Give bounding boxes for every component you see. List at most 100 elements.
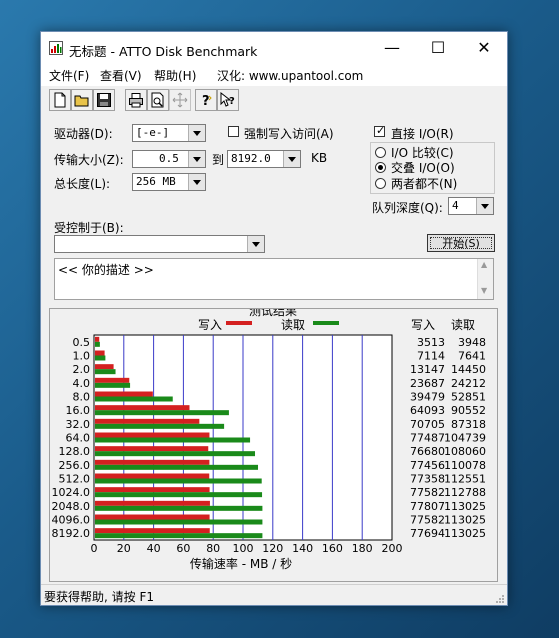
resize-grip-icon[interactable] <box>495 594 505 604</box>
print-preview-icon[interactable] <box>147 89 169 111</box>
to-label: 到 <box>212 153 225 167</box>
bar-write <box>95 459 210 465</box>
read-value-label: 112551 <box>444 473 486 486</box>
neither-label: 两者都不(N) <box>391 177 458 191</box>
write-value-label: 39479 <box>410 391 445 404</box>
y-tick-label: 4096.0 <box>52 514 91 527</box>
bar-read <box>95 423 225 429</box>
drive-select[interactable]: [-e-] <box>132 124 206 142</box>
total-length-label: 总长度(L): <box>54 177 111 191</box>
x-tick-label: 180 <box>352 542 373 555</box>
menu-file[interactable]: 文件(F) <box>49 67 89 84</box>
bar-read <box>95 396 173 402</box>
bar-write <box>95 514 210 520</box>
y-tick-label: 4.0 <box>73 377 91 390</box>
menu-localized-link[interactable]: 汉化: www.upantool.com <box>217 67 363 84</box>
kb-unit-label: KB <box>311 151 328 165</box>
open-folder-icon[interactable] <box>71 89 93 111</box>
scroll-up-icon[interactable]: ▲ <box>481 260 487 269</box>
x-axis-title: 传输速率 - MB / 秒 <box>190 556 292 571</box>
close-button[interactable]: ✕ <box>461 32 507 64</box>
bar-read <box>95 492 263 498</box>
write-value-label: 77358 <box>410 473 445 486</box>
controlled-by-select[interactable] <box>54 235 265 253</box>
transfer-to-select[interactable]: 8192.0 <box>227 150 301 168</box>
minimize-button[interactable]: — <box>369 32 415 64</box>
overlap-io-label: 交叠 I/O(O) <box>391 161 455 175</box>
read-value-label: 3948 <box>458 336 486 349</box>
save-icon[interactable] <box>93 89 115 111</box>
read-value-label: 113025 <box>444 500 486 513</box>
maximize-button[interactable]: ☐ <box>415 32 461 64</box>
results-chart: 测试结果 写入 读取 写入 读取 0 20 40 60 80 100 120 140 160 18… <box>52 309 487 571</box>
write-value-label: 64093 <box>410 404 445 417</box>
bar-write <box>95 446 209 452</box>
x-tick-label: 20 <box>117 542 131 555</box>
direct-io-checkbox[interactable]: ✓ <box>374 124 385 137</box>
svg-text:?: ? <box>229 96 235 107</box>
help-icon[interactable]: ? <box>195 89 217 111</box>
x-tick-label: 140 <box>292 542 313 555</box>
status-bar: 要获得帮助, 请按 F1 <box>41 584 507 606</box>
write-value-label: 76680 <box>410 445 445 458</box>
neither-radio[interactable] <box>375 178 386 189</box>
new-file-icon[interactable] <box>49 89 71 111</box>
chevron-down-icon <box>188 125 205 141</box>
x-tick-label: 120 <box>262 542 283 555</box>
y-tick-label: 2048.0 <box>52 500 91 513</box>
bar-write <box>95 405 190 411</box>
write-value-label: 77582 <box>410 486 445 499</box>
read-value-label: 110078 <box>444 459 486 472</box>
read-value-label: 52851 <box>451 391 486 404</box>
menu-help[interactable]: 帮助(H) <box>154 67 196 84</box>
column-header-write: 写入 <box>411 318 435 332</box>
bar-write <box>95 487 210 493</box>
read-value-label: 24212 <box>451 377 486 390</box>
context-help-icon[interactable]: ? <box>217 89 239 111</box>
queue-depth-label: 队列深度(Q): <box>372 201 443 215</box>
move-icon[interactable] <box>169 89 191 111</box>
column-header-read: 读取 <box>451 318 475 332</box>
transfer-from-select[interactable]: 0.5 <box>132 150 206 168</box>
start-button[interactable]: 开始(S) <box>427 234 495 252</box>
write-value-label: 7114 <box>417 350 445 363</box>
queue-depth-select[interactable]: 4 <box>448 197 494 215</box>
read-value-label: 14450 <box>451 363 486 376</box>
write-value-label: 77456 <box>410 459 445 472</box>
force-write-checkbox[interactable] <box>228 126 239 137</box>
transfer-size-label: 传输大小(Z): <box>54 153 124 167</box>
y-tick-label: 1024.0 <box>52 486 91 499</box>
bar-write <box>95 364 114 370</box>
y-tick-label: 8.0 <box>73 391 91 404</box>
description-textarea[interactable]: << 你的描述 >> ▲ ▼ <box>54 258 494 300</box>
overlap-io-radio[interactable] <box>375 162 386 173</box>
bar-write <box>95 418 200 424</box>
description-scrollbar[interactable]: ▲ ▼ <box>477 259 493 299</box>
bar-read <box>95 341 100 347</box>
y-tick-label: 256.0 <box>59 459 91 472</box>
read-value-label: 104739 <box>444 432 486 445</box>
legend-write-label: 写入 <box>198 318 222 332</box>
write-value-label: 77694 <box>410 527 445 540</box>
chevron-down-icon <box>476 198 493 214</box>
force-write-label: 强制写入访问(A) <box>244 127 334 141</box>
print-icon[interactable] <box>125 89 147 111</box>
total-length-select[interactable]: 256 MB <box>132 173 206 191</box>
results-panel: 测试结果 写入 读取 写入 读取 0 20 40 60 80 100 120 140 160 18… <box>49 308 498 582</box>
read-value-label: 87318 <box>451 418 486 431</box>
scroll-down-icon[interactable]: ▼ <box>481 286 487 295</box>
svg-text:?: ? <box>202 94 210 108</box>
bar-write <box>95 500 210 506</box>
x-tick-label: 160 <box>322 542 343 555</box>
read-value-label: 113025 <box>444 514 486 527</box>
bar-read <box>95 382 131 388</box>
atto-app-icon <box>49 41 63 55</box>
bar-read <box>95 533 263 539</box>
x-tick-label: 80 <box>206 542 220 555</box>
bar-read <box>95 464 259 470</box>
bar-read <box>95 478 262 484</box>
io-compare-radio[interactable] <box>375 147 386 158</box>
menu-view[interactable]: 查看(V) <box>100 67 142 84</box>
menu-bar: 文件(F) 查看(V) 帮助(H) 汉化: www.upantool.com <box>41 64 507 86</box>
y-tick-label: 16.0 <box>66 404 91 417</box>
